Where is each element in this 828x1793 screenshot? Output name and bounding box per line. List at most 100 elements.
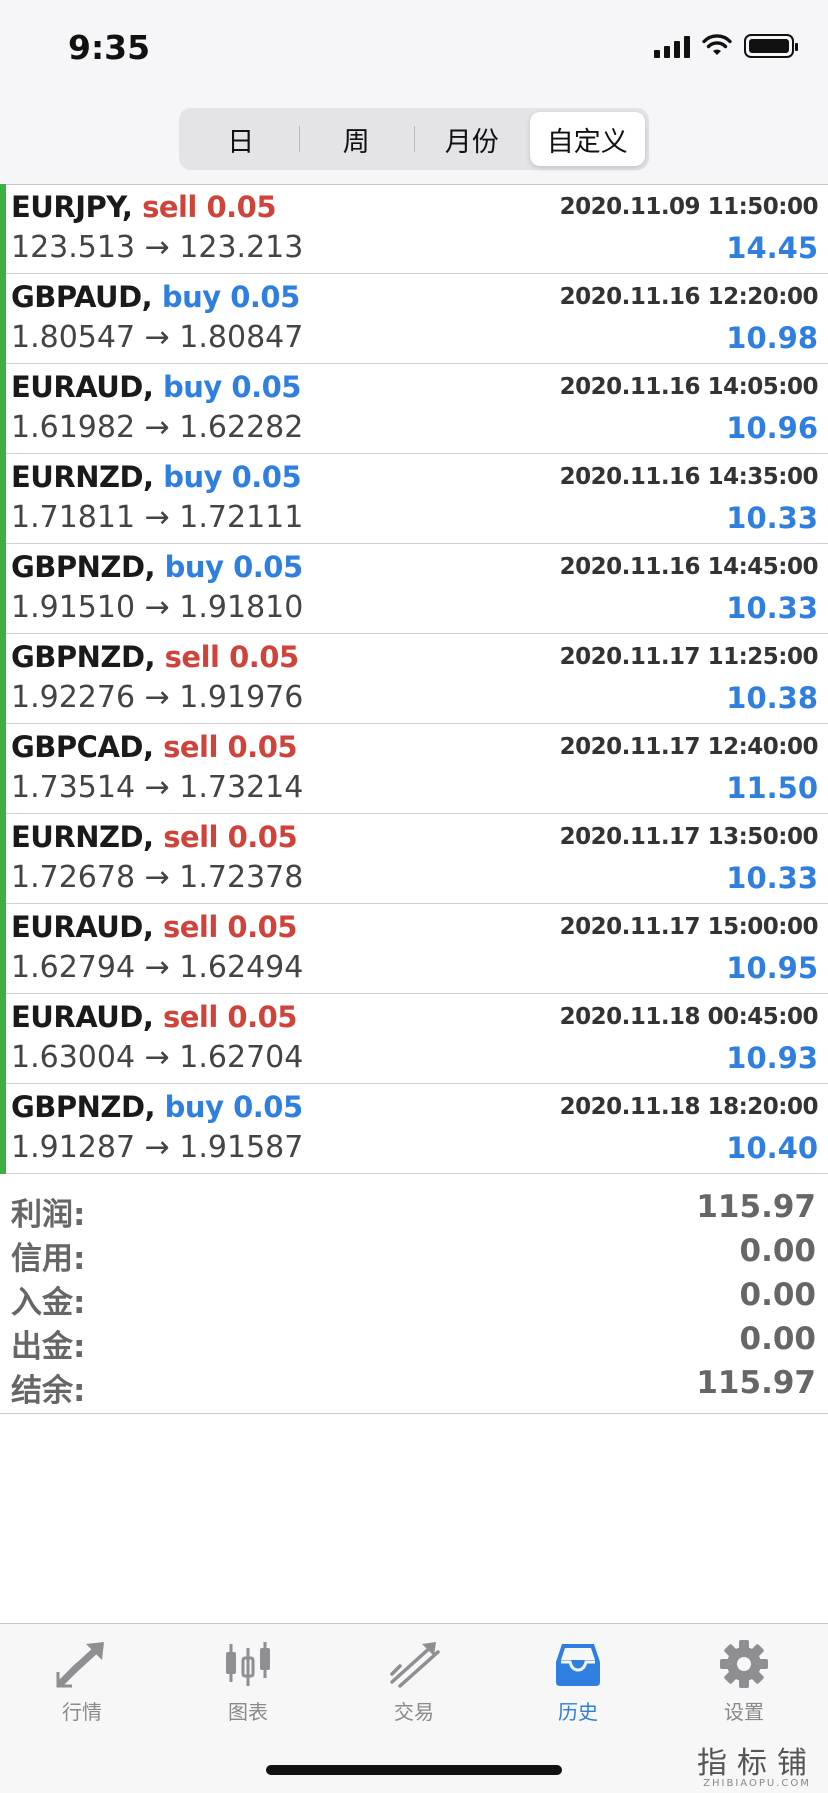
trade-datetime: 2020.11.16 14:35:00 — [559, 464, 819, 490]
tab-2[interactable]: 交易 — [344, 1638, 484, 1725]
summary-value: 0.00 — [739, 1233, 817, 1269]
trade-row[interactable]: EURNZD, sell 0.05 1.72678 → 1.72378 2020.1… — [0, 814, 828, 904]
history-icon — [508, 1638, 648, 1690]
trade-datetime: 2020.11.17 13:50:00 — [559, 824, 819, 850]
tab-0[interactable]: 行情 — [12, 1638, 152, 1725]
trade-datetime: 2020.11.17 15:00:00 — [559, 914, 819, 940]
battery-icon — [744, 34, 798, 58]
summary-label: 出金: — [11, 1329, 86, 1365]
trade-side: sell 0.05 — [142, 190, 277, 224]
trade-symbol: EURJPY, — [11, 190, 133, 224]
trade-datetime: 2020.11.16 12:20:00 — [559, 284, 819, 310]
trade-symbol-line: EURNZD, sell 0.05 — [11, 820, 298, 854]
close-price: 1.62494 — [179, 950, 304, 985]
open-price: 1.63004 — [11, 1040, 136, 1075]
trade-row[interactable]: EURAUD, sell 0.05 1.62794 → 1.62494 2020.1… — [0, 904, 828, 994]
segment-option[interactable]: 月份 — [414, 112, 530, 166]
arrow-icon: → — [144, 410, 170, 445]
tab-label: 图表 — [228, 1700, 268, 1724]
trade-profit: 10.40 — [726, 1131, 818, 1165]
summary-label: 结余: — [11, 1373, 86, 1409]
trade-row[interactable]: GBPCAD, sell 0.05 1.73514 → 1.73214 2020.1… — [0, 724, 828, 814]
trade-symbol: GBPCAD, — [11, 730, 154, 764]
summary-value: 0.00 — [739, 1277, 817, 1313]
summary-label: 利润: — [11, 1197, 86, 1233]
trade-side: buy 0.05 — [164, 1090, 303, 1124]
tab-4[interactable]: 设置 — [674, 1638, 814, 1725]
close-price: 1.62704 — [179, 1040, 304, 1075]
arrow-icon: → — [144, 950, 170, 985]
trade-symbol: GBPNZD, — [11, 550, 156, 584]
trade-side: buy 0.05 — [161, 280, 300, 314]
trade-row[interactable]: GBPNZD, buy 0.05 1.91510 → 1.91810 2020.11… — [0, 544, 828, 634]
trade-profit: 10.33 — [726, 501, 818, 535]
trade-datetime: 2020.11.17 11:25:00 — [559, 644, 819, 670]
trade-prices: 1.92276 → 1.91976 — [11, 680, 303, 715]
trade-side: sell 0.05 — [163, 730, 298, 764]
trade-row[interactable]: EURAUD, buy 0.05 1.61982 → 1.62282 2020.11… — [0, 364, 828, 454]
trade-datetime: 2020.11.16 14:45:00 — [559, 554, 819, 580]
tab-label: 历史 — [558, 1700, 598, 1724]
segment-option[interactable]: 日 — [183, 112, 299, 166]
trade-profit: 10.98 — [726, 321, 818, 355]
trade-side: buy 0.05 — [163, 460, 302, 494]
trade-symbol-line: GBPNZD, buy 0.05 — [11, 550, 303, 584]
summary-row: 信用: 0.00 — [0, 1229, 828, 1277]
arrow-icon: → — [144, 1040, 170, 1075]
trade-symbol: EURNZD, — [11, 820, 154, 854]
arrow-icon: → — [144, 320, 170, 355]
open-price: 1.80547 — [11, 320, 136, 355]
summary-row: 入金: 0.00 — [0, 1273, 828, 1321]
trade-symbol-line: EURAUD, sell 0.05 — [11, 1000, 297, 1034]
trade-prices: 123.513 → 123.213 — [11, 230, 303, 265]
status-time: 9:35 — [68, 28, 151, 67]
home-indicator[interactable] — [266, 1765, 562, 1775]
trade-datetime: 2020.11.18 00:45:00 — [559, 1004, 819, 1030]
tab-3[interactable]: 历史 — [508, 1638, 648, 1725]
trade-row[interactable]: EURNZD, buy 0.05 1.71811 → 1.72111 2020.11… — [0, 454, 828, 544]
trade-profit: 10.38 — [726, 681, 818, 715]
trade-symbol: EURNZD, — [11, 460, 154, 494]
period-segmented-control: 日周月份 自定义 — [179, 108, 649, 170]
open-price: 1.72678 — [11, 860, 136, 895]
tab-label: 行情 — [62, 1700, 102, 1724]
segment-option[interactable]: 自定义 — [529, 112, 645, 166]
summary-panel: 利润: 115.97 信用: 0.00 入金: 0.00 出金: 0.00 结余: 115.97 — [0, 1176, 828, 1414]
trade-profit: 11.50 — [726, 771, 818, 805]
trade-prices: 1.80547 → 1.80847 — [11, 320, 303, 355]
open-price: 123.513 — [11, 230, 136, 265]
trade-profit: 10.96 — [726, 411, 818, 445]
watermark-sub: ZHIBIAOPU.COM — [703, 1778, 811, 1789]
close-price: 1.91976 — [179, 680, 304, 715]
open-price: 1.61982 — [11, 410, 136, 445]
trade-symbol: EURAUD, — [11, 1000, 154, 1034]
segment-option[interactable]: 周 — [298, 112, 415, 166]
summary-row: 出金: 0.00 — [0, 1317, 828, 1365]
close-price: 123.213 — [179, 230, 304, 265]
trade-profit: 10.33 — [726, 861, 818, 895]
open-price: 1.73514 — [11, 770, 136, 805]
trade-row[interactable]: GBPNZD, buy 0.05 1.91287 → 1.91587 2020.11… — [0, 1084, 828, 1174]
trade-datetime: 2020.11.17 12:40:00 — [559, 734, 819, 760]
trade-prices: 1.63004 → 1.62704 — [11, 1040, 303, 1075]
trade-symbol-line: EURAUD, sell 0.05 — [11, 910, 297, 944]
arrow-icon: → — [144, 230, 170, 265]
trade-prices: 1.62794 → 1.62494 — [11, 950, 303, 985]
tab-label: 设置 — [724, 1700, 764, 1724]
open-price: 1.91287 — [11, 1130, 136, 1165]
tab-1[interactable]: 图表 — [178, 1638, 318, 1725]
trade-row[interactable]: GBPNZD, sell 0.05 1.92276 → 1.91976 2020.1… — [0, 634, 828, 724]
close-price: 1.72111 — [179, 500, 304, 535]
header: 9:35 日周月份 自定义 — [0, 0, 828, 185]
open-price: 1.62794 — [11, 950, 136, 985]
trade-row[interactable]: EURJPY, sell 0.05 123.513 → 123.213 2020.1… — [0, 184, 828, 274]
summary-value: 115.97 — [696, 1189, 816, 1225]
trade-row[interactable]: EURAUD, sell 0.05 1.63004 → 1.62704 2020.1… — [0, 994, 828, 1084]
trade-prices: 1.91287 → 1.91587 — [11, 1130, 303, 1165]
quotes-icon — [12, 1638, 152, 1690]
open-price: 1.92276 — [11, 680, 136, 715]
cellular-signal-icon — [654, 34, 690, 58]
watermark-text: 指标铺 — [697, 1746, 817, 1781]
summary-value: 0.00 — [739, 1321, 817, 1357]
trade-row[interactable]: GBPAUD, buy 0.05 1.80547 → 1.80847 2020.11… — [0, 274, 828, 364]
